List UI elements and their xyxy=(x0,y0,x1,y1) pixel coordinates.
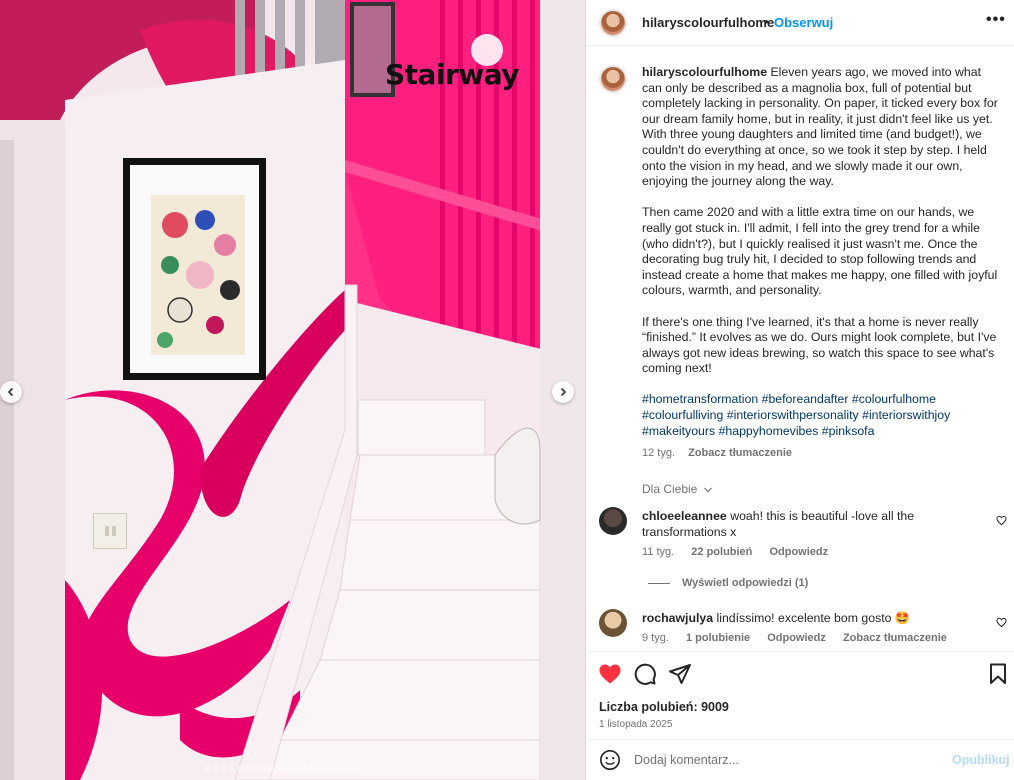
stairway-photo xyxy=(0,0,585,780)
reply-button[interactable]: Odpowiedz xyxy=(767,632,826,644)
post-media[interactable]: Stairway xyxy=(0,0,585,780)
carousel-dot xyxy=(341,766,346,771)
post-actions: Liczba polubień: 9009 1 listopada 2025 xyxy=(586,651,1014,739)
post-header: hilaryscolourfulhome • Obserwuj ••• xyxy=(586,0,1014,46)
caption-time: 12 tyg. xyxy=(642,447,676,459)
carousel-dot xyxy=(245,766,250,771)
caption-meta: 12 tyg. Zobacz tłumaczenie xyxy=(642,447,802,459)
post-sidebar: hilaryscolourfulhome • Obserwuj ••• hila… xyxy=(585,0,1014,780)
carousel-indicator xyxy=(205,766,362,771)
hashtag-link[interactable]: #pinksofa xyxy=(822,424,875,438)
likes-count[interactable]: Liczba polubień: 9009 xyxy=(599,700,729,714)
carousel-dot xyxy=(253,766,258,771)
comment-like-button[interactable] xyxy=(996,617,1007,631)
carousel-dot xyxy=(213,766,218,771)
chevron-right-icon xyxy=(560,387,567,397)
separator-dot: • xyxy=(764,14,769,29)
hashtag-link[interactable]: #hometransformation xyxy=(642,392,758,406)
carousel-dot xyxy=(301,766,306,771)
commenter-avatar[interactable] xyxy=(599,609,627,637)
hashtag-link[interactable]: #happyhomevibes xyxy=(719,424,819,438)
chevron-down-icon xyxy=(703,487,712,493)
comment-meta: 9 tyg. 1 polubienie Odpowiedz Zobacz tłu… xyxy=(642,632,961,644)
post-date: 1 listopada 2025 xyxy=(599,719,673,730)
see-translation-button[interactable]: Zobacz tłumaczenie xyxy=(688,447,792,459)
follow-button[interactable]: Obserwuj xyxy=(774,15,833,30)
carousel-dot xyxy=(261,766,266,771)
carousel-dot xyxy=(269,766,274,771)
emoji-icon xyxy=(600,750,620,770)
hashtag-link[interactable]: #interiorswithjoy xyxy=(862,408,950,422)
view-replies-button[interactable]: Wyświetl odpowiedzi (1) xyxy=(648,577,808,589)
author-avatar[interactable] xyxy=(599,9,627,37)
hashtag-link[interactable]: #beforeandafter xyxy=(762,392,849,406)
caption-username[interactable]: hilaryscolourfulhome xyxy=(642,65,767,79)
publish-button[interactable]: Opublikuj xyxy=(952,753,1010,767)
carousel-dot xyxy=(229,766,234,771)
caption-paragraph-1: Eleven years ago, we moved into what can… xyxy=(642,65,998,189)
author-username[interactable]: hilaryscolourfulhome xyxy=(642,15,774,30)
hashtags: #hometransformation #beforeandafter #col… xyxy=(642,392,1000,439)
carousel-dot xyxy=(333,766,338,771)
heart-outline-icon xyxy=(996,617,1007,628)
heart-outline-icon xyxy=(996,515,1007,526)
comment-time: 11 tyg. xyxy=(642,546,675,558)
heart-filled-icon xyxy=(599,664,621,684)
carousel-next-button[interactable] xyxy=(552,381,574,403)
comment-likes[interactable]: 22 polubień xyxy=(691,546,752,558)
comment-body: chloeeleannee woah! this is beautiful -l… xyxy=(642,509,972,540)
carousel-dot xyxy=(221,766,226,771)
comment-body: rochawjulya lindíssimo! excelente bom go… xyxy=(642,611,972,627)
caption-paragraph-2: Then came 2020 and with a little extra t… xyxy=(642,205,998,298)
commenter-avatar[interactable] xyxy=(599,507,627,535)
overlay-title: Stairway xyxy=(385,58,520,91)
light-switch xyxy=(93,513,127,549)
emoji-button[interactable] xyxy=(599,749,621,771)
see-translation-button[interactable]: Zobacz tłumaczenie xyxy=(843,632,947,644)
carousel-dot xyxy=(285,766,290,771)
reply-button[interactable]: Odpowiedz xyxy=(769,546,828,558)
comments-scroll-area[interactable]: hilaryscolourfulhome Eleven years ago, w… xyxy=(586,47,1014,650)
carousel-dot xyxy=(277,766,282,771)
hashtag-link[interactable]: #colourfulliving xyxy=(642,408,723,422)
caption: hilaryscolourfulhome Eleven years ago, w… xyxy=(642,65,1000,455)
hashtag-link[interactable]: #interiorswithpersonality xyxy=(727,408,859,422)
carousel-dot xyxy=(309,766,314,771)
save-button[interactable] xyxy=(986,662,1010,686)
carousel-dot xyxy=(237,766,242,771)
carousel-prev-button[interactable] xyxy=(0,381,22,403)
carousel-dot xyxy=(317,766,322,771)
caption-paragraph-3: If there's one thing I've learned, it's … xyxy=(642,314,997,376)
view-replies-label: Wyświetl odpowiedzi (1) xyxy=(682,577,809,589)
caption-author-avatar[interactable] xyxy=(599,65,627,93)
like-button[interactable] xyxy=(598,662,622,686)
hashtag-link[interactable]: #colourfulhome xyxy=(852,392,936,406)
add-comment-bar: Opublikuj xyxy=(586,739,1014,780)
comment-input[interactable] xyxy=(634,750,934,770)
for-you-dropdown[interactable]: Dla Ciebie xyxy=(642,482,713,496)
comment-time: 9 tyg. xyxy=(642,632,669,644)
for-you-label: Dla Ciebie xyxy=(642,482,698,496)
carousel-dot xyxy=(205,766,210,771)
comment-likes[interactable]: 1 polubienie xyxy=(686,632,750,644)
carousel-dot xyxy=(357,766,362,771)
commenter-username[interactable]: chloeeleannee xyxy=(642,509,727,523)
carousel-dot xyxy=(349,766,354,771)
bookmark-icon xyxy=(990,663,1006,684)
more-options-icon[interactable]: ••• xyxy=(986,11,1006,29)
hashtag-link[interactable]: #makeityours xyxy=(642,424,715,438)
chevron-left-icon xyxy=(7,387,14,397)
commenter-username[interactable]: rochawjulya xyxy=(642,611,713,625)
share-button[interactable] xyxy=(668,662,692,686)
paper-plane-icon xyxy=(669,664,691,684)
comment-meta: 11 tyg. 22 polubień Odpowiedz xyxy=(642,546,842,558)
carousel-dot xyxy=(325,766,330,771)
comment-button[interactable] xyxy=(633,662,657,686)
comment-like-button[interactable] xyxy=(996,515,1007,529)
comment-text: lindíssimo! excelente bom gosto 🤩 xyxy=(716,611,911,625)
comment-icon xyxy=(634,663,656,685)
carousel-dot xyxy=(293,766,298,771)
